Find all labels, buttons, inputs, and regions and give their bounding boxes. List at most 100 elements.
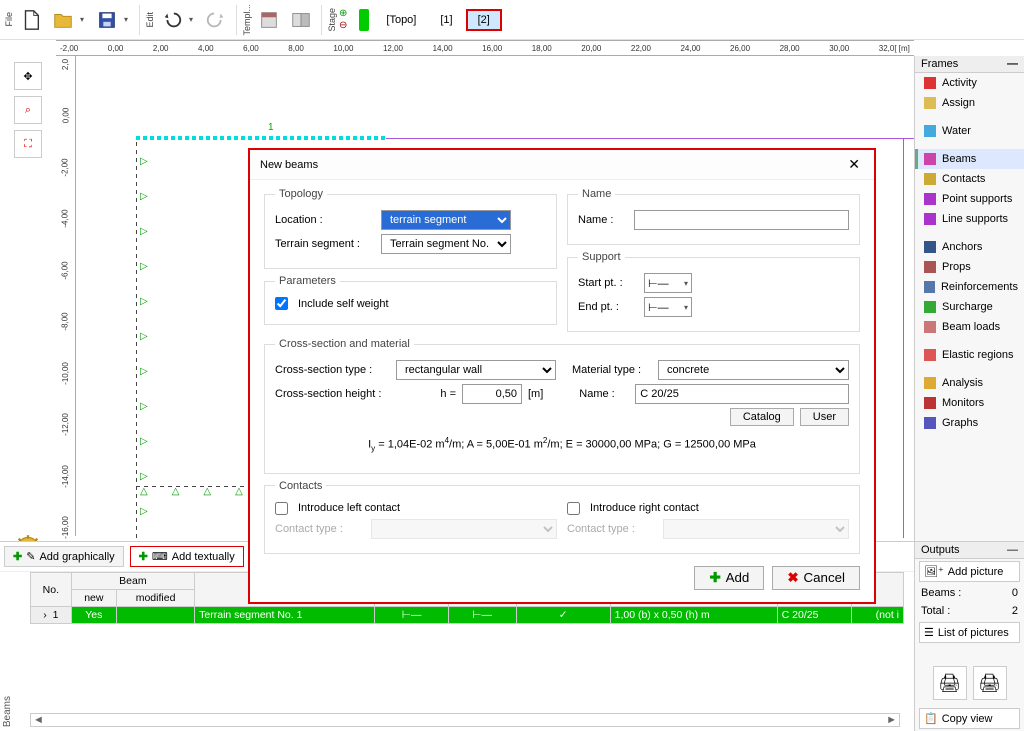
frame-water[interactable]: Water [915, 121, 1024, 141]
right-contact-label: Introduce right contact [590, 502, 699, 514]
self-weight-label: Include self weight [298, 298, 389, 310]
ruler-horizontal: -2,000,002,004,006,008,0010,0012,0014,00… [56, 40, 914, 56]
cross-type-select[interactable]: rectangular wall [396, 360, 556, 380]
frame-contacts[interactable]: Contacts [915, 169, 1024, 189]
outputs-beams-label: Beams : [921, 587, 961, 599]
frame-elastic-regions[interactable]: Elastic regions [915, 345, 1024, 365]
section-info: Iy = 1,04E-02 m4/m; A = 5,00E-01 m2/m; E… [275, 430, 849, 463]
frame-surcharge[interactable]: Surcharge [915, 297, 1024, 317]
horizontal-scrollbar[interactable]: ◄► [30, 713, 900, 727]
parameters-group: Parameters Include self weight [264, 275, 557, 325]
left-tools: ✥ ⌕ ⛶ [0, 56, 56, 562]
right-type-select [663, 519, 849, 539]
supports-horizontal: △△△△ [140, 486, 243, 497]
outputs-panel: Outputs — 🖼⁺Add picture Beams : 0 Total : 2… [914, 541, 1024, 731]
beam-line [136, 136, 386, 140]
start-pt-label: Start pt. : [578, 277, 638, 289]
stage-label: Stage [327, 6, 337, 34]
outputs-total-label: Total : [921, 605, 950, 617]
mat-name-input [635, 384, 849, 404]
segment-select[interactable]: Terrain segment No. 1 [381, 234, 511, 254]
outputs-title: Outputs [921, 544, 960, 556]
name-label: Name : [578, 214, 628, 226]
location-select[interactable]: terrain segment [381, 210, 511, 230]
outputs-minimize[interactable]: — [1007, 544, 1018, 556]
cross-type-label: Cross-section type : [275, 364, 390, 376]
terrain-line [386, 138, 914, 139]
copy-view-button[interactable]: 📋Copy view [919, 708, 1020, 729]
left-contact-checkbox[interactable] [275, 502, 288, 515]
name-group: Name Name : [567, 188, 860, 245]
frame-graphs[interactable]: Graphs [915, 413, 1024, 433]
wall-line [136, 138, 137, 538]
add-textually-button[interactable]: ✚⌨Add textually [130, 546, 244, 567]
contacts-group: Contacts Introduce left contact Contact … [264, 480, 860, 554]
frame-anchors[interactable]: Anchors [915, 237, 1024, 257]
material-type-select[interactable]: concrete [658, 360, 849, 380]
tab-2[interactable]: [2] [466, 9, 502, 31]
template-button-1[interactable] [254, 5, 284, 35]
move-tool[interactable]: ✥ [14, 62, 42, 90]
main-toolbar: File ▾ ▾ Edit ▾ Templ... Stage ⊕ ⊖ [Topo… [0, 0, 1024, 40]
frame-reinforcements[interactable]: Reinforcements [915, 277, 1024, 297]
open-file-button[interactable] [48, 5, 78, 35]
end-pt-select[interactable]: ⊢—▾ [644, 297, 692, 317]
frame-props[interactable]: Props [915, 257, 1024, 277]
topology-group: Topology Location : terrain segment Terr… [264, 188, 557, 269]
print-button-1[interactable]: 🖨 [933, 666, 967, 700]
close-icon[interactable]: ✕ [844, 156, 864, 173]
frame-point-supports[interactable]: Point supports [915, 189, 1024, 209]
terrain-right [903, 138, 904, 538]
add-picture-button[interactable]: 🖼⁺Add picture [919, 561, 1020, 582]
frame-beams[interactable]: Beams [915, 149, 1024, 169]
frame-assign[interactable]: Assign [915, 93, 1024, 113]
cancel-button[interactable]: ✖Cancel [772, 566, 860, 590]
add-button[interactable]: ✚Add [694, 566, 764, 590]
list-of-pictures-button[interactable]: ☰List of pictures [919, 622, 1020, 643]
frame-analysis[interactable]: Analysis [915, 373, 1024, 393]
template-label: Templ... [242, 2, 252, 38]
save-dropdown[interactable]: ▾ [124, 15, 134, 24]
print-button-2[interactable]: 🖨 [973, 666, 1007, 700]
ruler-vertical: 2,00,00-2,00-4,00-6,00-8,00-10,00-12,00-… [56, 56, 76, 536]
right-contact-checkbox[interactable] [567, 502, 580, 515]
h-symbol: h = [426, 388, 456, 400]
frame-beam-loads[interactable]: Beam loads [915, 317, 1024, 337]
table-row[interactable]: › 1 Yes Terrain segment No. 1 ⊢— ⊢— ✓ 1,… [31, 607, 904, 624]
redo-button[interactable] [201, 5, 231, 35]
self-weight-checkbox[interactable] [275, 297, 288, 310]
user-button[interactable]: User [800, 408, 849, 426]
new-file-button[interactable] [16, 5, 46, 35]
marker-1: 1 [268, 122, 274, 133]
undo-dropdown[interactable]: ▾ [189, 15, 199, 24]
template-button-2[interactable] [286, 5, 316, 35]
frame-monitors[interactable]: Monitors [915, 393, 1024, 413]
h-input[interactable] [462, 384, 522, 404]
new-beams-dialog: New beams ✕ Topology Location : terrain … [248, 148, 876, 604]
end-pt-label: End pt. : [578, 301, 638, 313]
open-dropdown[interactable]: ▾ [80, 15, 90, 24]
outputs-total-value: 2 [1012, 605, 1018, 617]
save-button[interactable] [92, 5, 122, 35]
stage-add-icon[interactable]: ⊕ [339, 8, 347, 19]
start-pt-select[interactable]: ⊢—▾ [644, 273, 692, 293]
add-graphically-button[interactable]: ✚✎Add graphically [4, 546, 124, 567]
stage-indicator [359, 9, 369, 31]
segment-label: Terrain segment : [275, 238, 375, 250]
stage-remove-icon[interactable]: ⊖ [339, 20, 347, 31]
supports-vertical: ▷▷▷▷▷▷▷▷▷▷▷▷ [140, 156, 148, 541]
mat-name-label: Name : [579, 388, 629, 400]
name-input[interactable] [634, 210, 849, 230]
frame-line-supports[interactable]: Line supports [915, 209, 1024, 229]
outputs-beams-value: 0 [1012, 587, 1018, 599]
tab-1[interactable]: [1] [429, 10, 463, 30]
undo-button[interactable] [157, 5, 187, 35]
catalog-button[interactable]: Catalog [730, 408, 794, 426]
frames-minimize[interactable]: — [1007, 58, 1018, 70]
fit-tool[interactable]: ⛶ [14, 130, 42, 158]
frame-activity[interactable]: Activity [915, 73, 1024, 93]
left-contact-label: Introduce left contact [298, 502, 400, 514]
tab-topo[interactable]: [Topo] [375, 10, 427, 30]
support-group: Support Start pt. : ⊢—▾ End pt. : ⊢—▾ [567, 251, 860, 332]
zoom-tool[interactable]: ⌕ [14, 96, 42, 124]
